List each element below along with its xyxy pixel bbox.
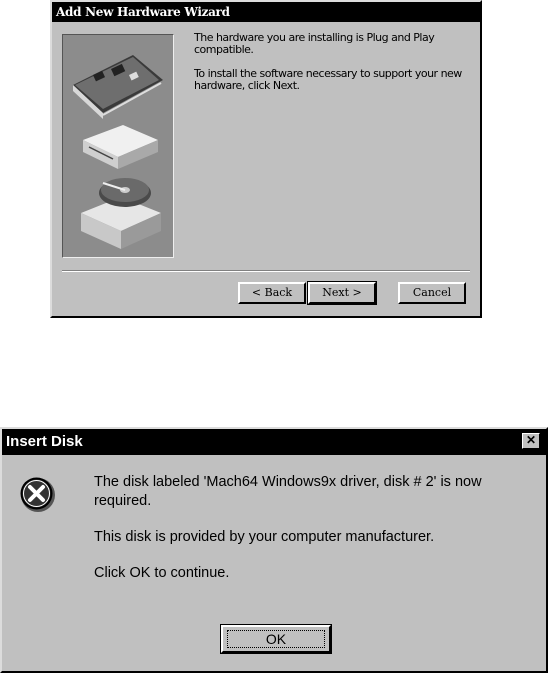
floppy-drive-icon: [83, 125, 158, 169]
ok-button[interactable]: OK: [220, 624, 332, 654]
ok-button-label: OK: [265, 631, 287, 647]
message-line-2: This disk is provided by your computer m…: [94, 529, 435, 545]
hardware-illustration-icon: [73, 55, 163, 249]
wizard-titlebar: Add New Hardware Wizard: [52, 2, 480, 22]
next-button[interactable]: Next >: [307, 281, 377, 305]
expansion-card-icon: [73, 55, 163, 119]
hardware-wizard-dialog: Add New Hardware Wizard The hardware you…: [50, 0, 482, 318]
hard-drive-icon: [81, 178, 161, 249]
wizard-hardware-illustration: [62, 34, 174, 258]
wizard-paragraph-1: The hardware you are installing is Plug …: [194, 31, 435, 56]
back-button[interactable]: < Back: [238, 282, 306, 304]
wizard-text: The hardware you are installing is Plug …: [194, 32, 464, 104]
message-line-1: The disk labeled 'Mach64 Windows9x drive…: [94, 474, 482, 509]
wizard-separator: [62, 270, 470, 272]
message-line-3: Click OK to continue.: [94, 565, 230, 581]
wizard-paragraph-2: To install the software necessary to sup…: [194, 67, 462, 92]
close-icon[interactable]: ✕: [522, 433, 540, 449]
insert-disk-message: The disk labeled 'Mach64 Windows9x drive…: [94, 473, 539, 600]
insert-disk-title: Insert Disk: [6, 433, 83, 450]
cancel-button[interactable]: Cancel: [398, 282, 466, 304]
insert-disk-titlebar: Insert Disk ✕: [2, 429, 546, 455]
insert-disk-dialog: Insert Disk ✕ The disk labeled 'Mach64 W…: [0, 427, 548, 673]
error-icon: [20, 477, 55, 512]
